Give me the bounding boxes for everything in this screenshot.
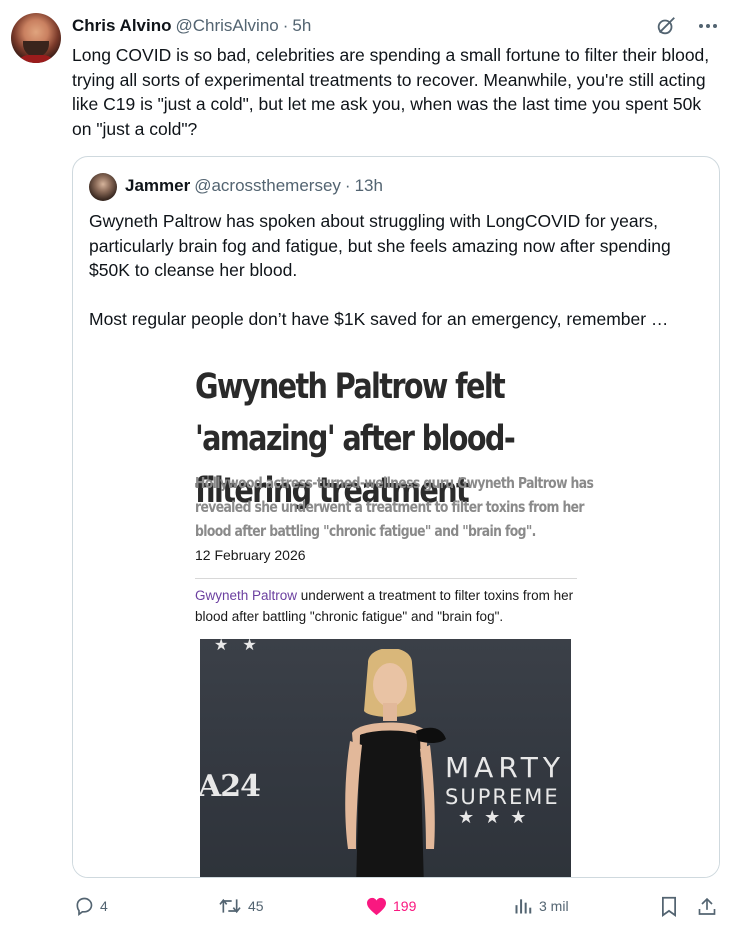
post-header: Chris Alvino @ChrisAlvino · 5h bbox=[72, 16, 311, 36]
post-time[interactable]: 5h bbox=[292, 16, 311, 36]
repost-button[interactable]: 45 bbox=[218, 894, 264, 918]
more-icon[interactable] bbox=[696, 14, 720, 38]
reply-count: 4 bbox=[100, 898, 108, 914]
separator-dot: · bbox=[282, 16, 289, 35]
quoted-separator-dot: · bbox=[344, 176, 351, 195]
bookmark-button[interactable] bbox=[660, 894, 678, 918]
quoted-post-time[interactable]: 13h bbox=[355, 176, 383, 196]
backdrop-stars-bottom: ★★★ bbox=[458, 807, 537, 827]
backdrop-title-line-2: SUPREME bbox=[445, 785, 560, 809]
quoted-author-avatar[interactable] bbox=[89, 173, 117, 201]
quoted-author-name[interactable]: Jammer bbox=[125, 176, 190, 196]
article-subheadline: Hollywood actress-turned-wellness guru G… bbox=[195, 474, 594, 540]
views-button[interactable]: 3 mil bbox=[513, 894, 569, 918]
post-top-actions bbox=[654, 14, 720, 38]
author-name[interactable]: Chris Alvino bbox=[72, 16, 172, 36]
article-screenshot[interactable]: Gwyneth Paltrow felt 'amazing' after blo… bbox=[73, 347, 719, 877]
backdrop-stars-top: ★★ bbox=[214, 639, 271, 654]
article-divider bbox=[195, 578, 577, 579]
grok-icon[interactable] bbox=[654, 14, 678, 38]
author-avatar[interactable] bbox=[11, 13, 61, 63]
heart-icon bbox=[367, 897, 386, 915]
like-count: 199 bbox=[393, 898, 417, 914]
post-text: Long COVID is so bad, celebrities are sp… bbox=[72, 45, 710, 139]
backdrop-title-line-1: MARTY bbox=[445, 751, 565, 784]
photo-person bbox=[345, 649, 446, 877]
post-action-bar: 4 45 199 3 mil bbox=[0, 890, 738, 924]
repost-count: 45 bbox=[248, 898, 264, 914]
reply-icon bbox=[76, 897, 93, 916]
article-caption-link: Gwyneth Paltrow bbox=[195, 588, 298, 603]
backdrop-logo: A24 bbox=[200, 769, 261, 804]
view-count: 3 mil bbox=[539, 898, 569, 914]
bookmark-icon bbox=[662, 896, 676, 917]
reply-button[interactable]: 4 bbox=[74, 894, 108, 918]
share-icon bbox=[698, 897, 716, 915]
quoted-post-text: Gwyneth Paltrow has spoken about struggl… bbox=[89, 211, 671, 329]
views-icon bbox=[515, 899, 532, 914]
quoted-post[interactable]: Jammer @acrossthemersey · 13h Gwyneth Pa… bbox=[72, 156, 720, 878]
quoted-author-handle[interactable]: @acrossthemersey bbox=[194, 176, 341, 196]
repost-icon bbox=[219, 898, 241, 914]
author-handle[interactable]: @ChrisAlvino bbox=[176, 16, 279, 36]
like-button[interactable]: 199 bbox=[366, 894, 416, 918]
article-date: 12 February 2026 bbox=[195, 547, 306, 563]
share-button[interactable] bbox=[697, 894, 717, 918]
article-caption: Gwyneth Paltrow underwent a treatment to… bbox=[195, 585, 575, 627]
avatar-shirt bbox=[15, 55, 57, 63]
quoted-post-header: Jammer @acrossthemersey · 13h bbox=[125, 176, 383, 196]
article-photo: ★★ A24 MARTY SUPREME ★★★ bbox=[200, 639, 571, 877]
